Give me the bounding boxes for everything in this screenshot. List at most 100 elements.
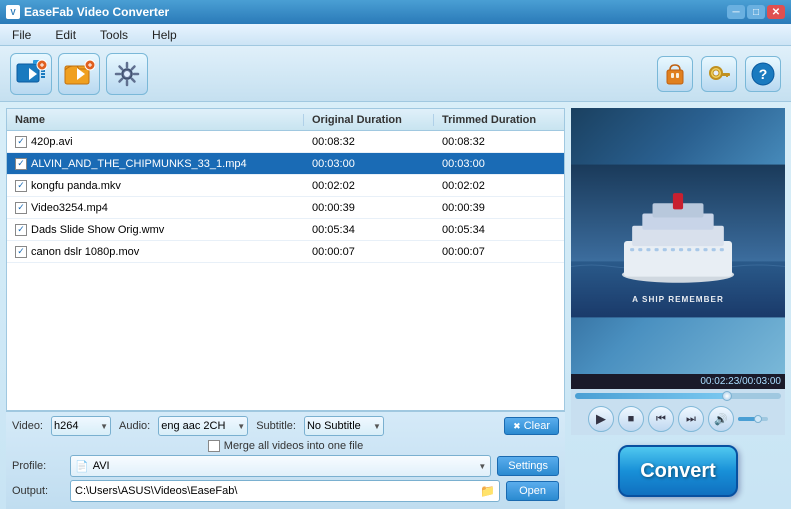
bottom-controls: Video: h264 ▼ Audio: eng aac 2CH ▼ Subti… [6, 411, 565, 509]
svg-text:A SHIP REMEMBER: A SHIP REMEMBER [632, 295, 724, 304]
main-content: Name Original Duration Trimmed Duration … [0, 102, 791, 509]
subtitle-select-arrow: ▼ [373, 422, 381, 431]
clear-label: Clear [524, 420, 550, 432]
menu-edit[interactable]: Edit [51, 26, 80, 44]
clear-button[interactable]: ✖ Clear [504, 417, 559, 435]
titlebar-left: V EaseFab Video Converter [6, 5, 169, 19]
settings-button[interactable] [106, 53, 148, 95]
output-path[interactable]: C:\Users\ASUS\Videos\EaseFab\ 📁 [70, 480, 500, 502]
svg-text:?: ? [759, 66, 768, 82]
merge-row: Merge all videos into one file [12, 440, 559, 452]
minimize-button[interactable]: ─ [727, 5, 745, 19]
video-select[interactable]: h264 ▼ [51, 416, 111, 436]
play-button[interactable]: ▶ [588, 406, 614, 432]
file-row[interactable]: ALVIN_AND_THE_CHIPMUNKS_33_1.mp400:03:00… [7, 153, 564, 175]
file-checkbox[interactable] [15, 158, 27, 170]
file-name-text: canon dslr 1080p.mov [31, 246, 139, 258]
file-name-cell: Dads Slide Show Orig.wmv [7, 224, 304, 236]
video-preview: A SHIP REMEMBER [571, 108, 785, 374]
profile-select[interactable]: 📄 AVI ▼ [70, 455, 491, 477]
progress-thumb[interactable] [722, 391, 732, 401]
file-list-header: Name Original Duration Trimmed Duration [7, 109, 564, 131]
subtitle-select-value: No Subtitle [307, 420, 361, 432]
file-checkbox[interactable] [15, 180, 27, 192]
audio-select[interactable]: eng aac 2CH ▼ [158, 416, 248, 436]
convert-button[interactable]: Convert [618, 445, 738, 497]
volume-slider-area [738, 417, 768, 421]
file-trimmed-duration: 00:00:39 [434, 202, 564, 214]
video-progress-row[interactable] [571, 389, 785, 403]
maximize-button[interactable]: □ [747, 5, 765, 19]
file-trimmed-duration: 00:02:02 [434, 180, 564, 192]
menu-help[interactable]: Help [148, 26, 181, 44]
file-trimmed-duration: 00:00:07 [434, 246, 564, 258]
file-row[interactable]: canon dslr 1080p.mov00:00:0700:00:07 [7, 241, 564, 263]
video-audio-row: Video: h264 ▼ Audio: eng aac 2CH ▼ Subti… [12, 416, 559, 436]
progress-track[interactable] [575, 393, 781, 399]
menu-tools[interactable]: Tools [96, 26, 132, 44]
left-panel: Name Original Duration Trimmed Duration … [0, 102, 571, 509]
file-name-cell: Video3254.mp4 [7, 202, 304, 214]
file-trimmed-duration: 00:03:00 [434, 158, 564, 170]
add-folder-button[interactable] [58, 53, 100, 95]
file-original-duration: 00:05:34 [304, 224, 434, 236]
prev-frame-button[interactable]: ⏮ [648, 406, 674, 432]
output-path-value: C:\Users\ASUS\Videos\EaseFab\ [75, 485, 237, 497]
add-video-button[interactable] [10, 53, 52, 95]
output-label: Output: [12, 485, 64, 497]
key-button[interactable] [701, 56, 737, 92]
volume-button[interactable]: 🔊 [708, 406, 734, 432]
header-trimmed-duration: Trimmed Duration [434, 114, 564, 126]
titlebar: V EaseFab Video Converter ─ □ ✕ [0, 0, 791, 24]
file-name-cell: kongfu panda.mkv [7, 180, 304, 192]
subtitle-select[interactable]: No Subtitle ▼ [304, 416, 384, 436]
open-button[interactable]: Open [506, 481, 559, 501]
video-timestamp: 00:02:23/00:03:00 [571, 374, 785, 389]
file-name-text: kongfu panda.mkv [31, 180, 121, 192]
merge-checkbox[interactable] [208, 440, 220, 452]
file-row[interactable]: 420p.avi00:08:3200:08:32 [7, 131, 564, 153]
file-checkbox[interactable] [15, 202, 27, 214]
video-preview-image: A SHIP REMEMBER [571, 108, 785, 374]
menu-file[interactable]: File [8, 26, 35, 44]
file-row[interactable]: Video3254.mp4 00:00:3900:00:39 [7, 197, 564, 219]
file-name-cell: 420p.avi [7, 136, 304, 148]
profile-label: Profile: [12, 460, 64, 472]
menubar: File Edit Tools Help [0, 24, 791, 46]
volume-track[interactable] [738, 417, 768, 421]
file-name-cell: canon dslr 1080p.mov [7, 246, 304, 258]
merge-label: Merge all videos into one file [224, 440, 363, 452]
file-name-cell: ALVIN_AND_THE_CHIPMUNKS_33_1.mp4 [7, 158, 304, 170]
file-list-container: Name Original Duration Trimmed Duration … [6, 108, 565, 411]
volume-thumb[interactable] [754, 415, 762, 423]
toolbar-right: ? [657, 56, 781, 92]
convert-button-area: Convert [571, 435, 785, 503]
shop-button[interactable] [657, 56, 693, 92]
help-button[interactable]: ? [745, 56, 781, 92]
clear-icon: ✖ [513, 421, 521, 432]
file-checkbox[interactable] [15, 136, 27, 148]
file-original-duration: 00:00:39 [304, 202, 434, 214]
profile-select-value: 📄 AVI [75, 460, 110, 473]
subtitle-label: Subtitle: [256, 420, 296, 432]
file-row[interactable]: Dads Slide Show Orig.wmv00:05:3400:05:34 [7, 219, 564, 241]
file-name-text: 420p.avi [31, 136, 73, 148]
video-select-value: h264 [54, 420, 78, 432]
stop-button[interactable]: ■ [618, 406, 644, 432]
close-button[interactable]: ✕ [767, 5, 785, 19]
toolbar: ? [0, 46, 791, 102]
file-checkbox[interactable] [15, 224, 27, 236]
app-icon: V [6, 5, 20, 19]
profile-row: Profile: 📄 AVI ▼ Settings [12, 455, 559, 477]
file-original-duration: 00:03:00 [304, 158, 434, 170]
profile-icon: 📄 [75, 460, 89, 473]
audio-label: Audio: [119, 420, 150, 432]
file-row[interactable]: kongfu panda.mkv00:02:0200:02:02 [7, 175, 564, 197]
file-name-text: Video3254.mp4 [31, 202, 108, 214]
video-controls: ▶ ■ ⏮ ⏭ 🔊 [571, 403, 785, 435]
settings-button[interactable]: Settings [497, 456, 559, 476]
file-checkbox[interactable] [15, 246, 27, 258]
file-original-duration: 00:08:32 [304, 136, 434, 148]
next-frame-button[interactable]: ⏭ [678, 406, 704, 432]
progress-fill [575, 393, 730, 399]
